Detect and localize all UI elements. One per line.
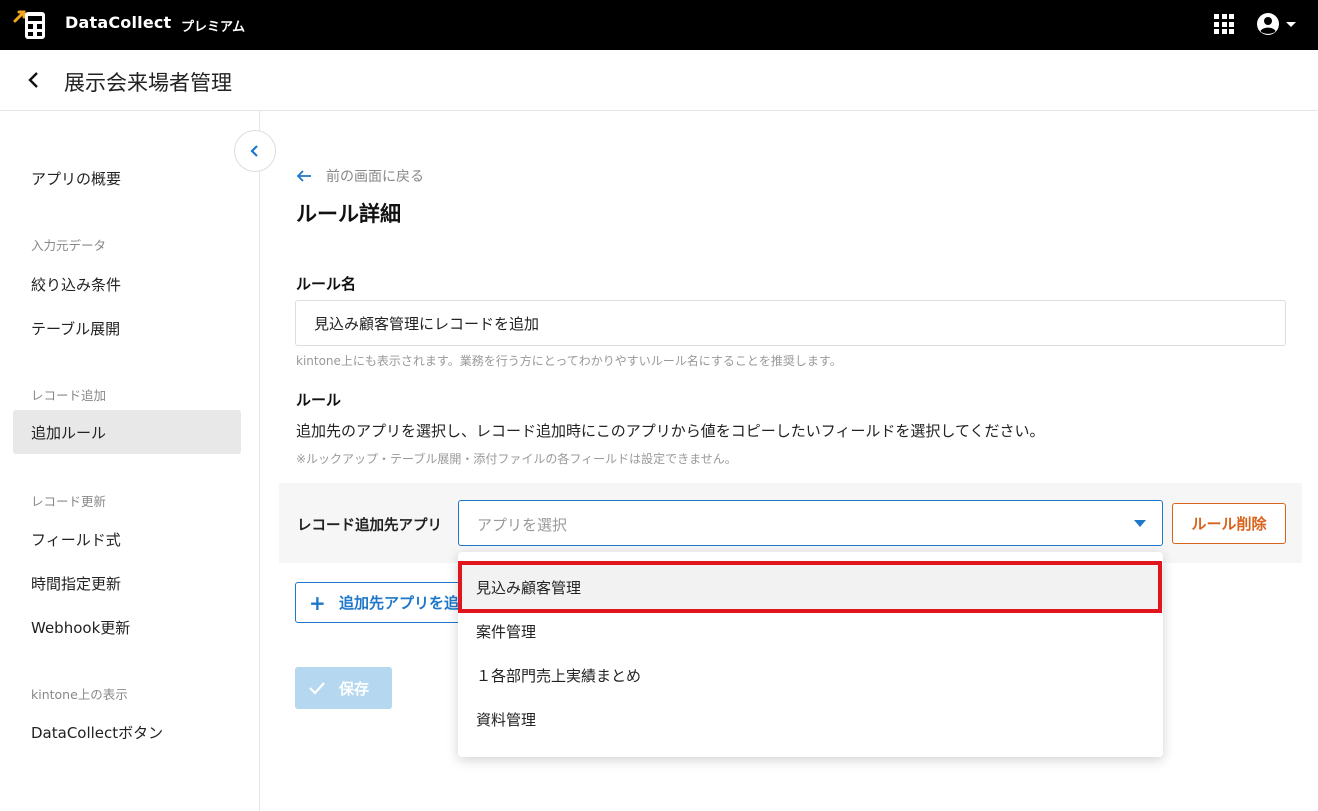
save-button-label: 保存: [339, 680, 370, 698]
sidebar-group-add: レコード追加: [31, 388, 107, 403]
save-button[interactable]: 保存: [295, 667, 392, 709]
datacollect-logo-icon[interactable]: [12, 7, 48, 43]
plus-icon: +: [309, 590, 326, 615]
sidebar-item-dc-button[interactable]: DataCollectボタン: [13, 710, 241, 754]
rule-label: ルール: [296, 391, 342, 409]
sidebar-item-overview[interactable]: アプリの概要: [13, 156, 241, 200]
plan-label: プレミアム: [181, 20, 246, 35]
dropdown-option[interactable]: 案件管理: [458, 609, 1163, 653]
page-title: 展示会来場者管理: [64, 71, 232, 95]
page-header: 展示会来場者管理: [0, 50, 1318, 111]
app-grid-icon[interactable]: [1214, 14, 1234, 34]
sidebar-item-webhook-update[interactable]: Webhook更新: [13, 605, 241, 649]
account-menu-icon[interactable]: [1256, 12, 1300, 36]
add-target-app-button[interactable]: + 追加先アプリを追加: [295, 582, 475, 623]
app-dropdown-menu: 見込み顧客管理 案件管理 １各部門売上実績まとめ 資料管理: [458, 552, 1163, 757]
chevron-left-icon: [250, 145, 258, 157]
select-placeholder: アプリを選択: [477, 516, 568, 534]
section-heading: ルール詳細: [296, 202, 401, 226]
dropdown-option[interactable]: 見込み顧客管理: [458, 565, 1163, 609]
sidebar-group-update: レコード更新: [31, 494, 107, 509]
top-bar: DataCollect プレミアム: [0, 0, 1318, 50]
add-target-app-label: 追加先アプリを追加: [338, 594, 474, 612]
delete-rule-button[interactable]: ルール削除: [1172, 503, 1286, 544]
back-link-label: 前の画面に戻る: [326, 169, 424, 185]
sidebar-group-kintone: kintone上の表示: [31, 687, 128, 702]
target-app-select[interactable]: アプリを選択: [458, 500, 1163, 546]
sidebar: アプリの概要 入力元データ 絞り込み条件 テーブル展開 レコード追加 追加ルール…: [0, 111, 260, 811]
rule-note: ※ルックアップ・テーブル展開・添付ファイルの各フィールドは設定できません。: [296, 452, 737, 466]
target-app-label: レコード追加先アプリ: [297, 518, 442, 534]
back-link[interactable]: 前の画面に戻る: [296, 166, 424, 186]
sidebar-item-add-rule[interactable]: 追加ルール: [13, 410, 241, 454]
rule-description: 追加先のアプリを選択し、レコード追加時にこのアプリから値をコピーしたいフィールド…: [296, 422, 1045, 440]
sidebar-item-filter[interactable]: 絞り込み条件: [13, 262, 241, 306]
dropdown-option[interactable]: １各部門売上実績まとめ: [458, 653, 1163, 697]
rule-name-label: ルール名: [296, 275, 357, 293]
caret-down-icon: [1134, 520, 1146, 527]
sidebar-item-table-expand[interactable]: テーブル展開: [13, 306, 241, 350]
sidebar-item-field-formula[interactable]: フィールド式: [13, 517, 241, 561]
sidebar-collapse-button[interactable]: [234, 130, 276, 172]
brand-name: DataCollect: [65, 13, 172, 32]
sidebar-item-scheduled-update[interactable]: 時間指定更新: [13, 561, 241, 605]
rule-name-input[interactable]: [295, 300, 1286, 346]
chevron-left-icon[interactable]: [25, 70, 43, 90]
dropdown-option[interactable]: 資料管理: [458, 697, 1163, 741]
sidebar-group-input: 入力元データ: [31, 238, 107, 253]
check-icon: [309, 682, 325, 695]
arrow-left-icon: [296, 170, 311, 182]
rule-name-hint: kintone上にも表示されます。業務を行う方にとってわかりやすいルール名にする…: [296, 354, 842, 368]
